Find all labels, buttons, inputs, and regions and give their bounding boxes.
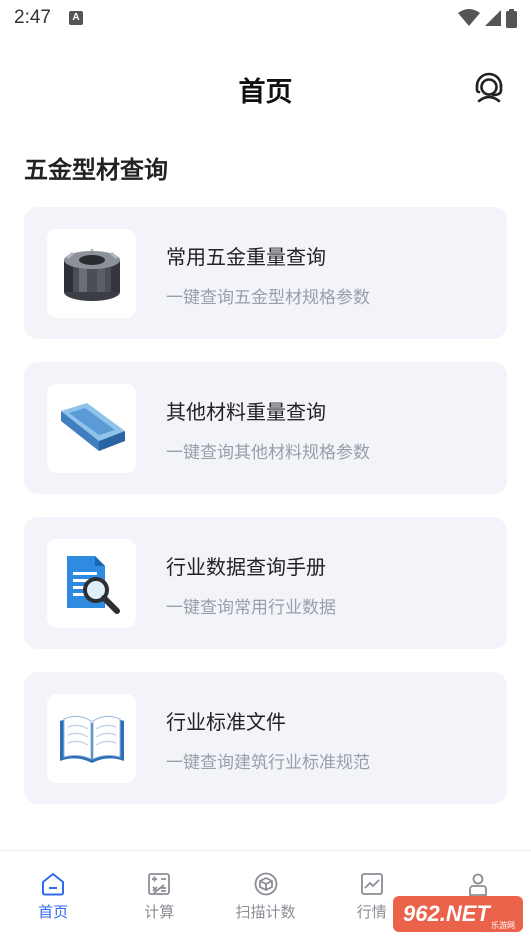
signal-icon: [485, 10, 501, 26]
open-book-icon: [59, 715, 124, 763]
tab-label: 首页: [38, 903, 69, 921]
battery-icon: [506, 8, 517, 28]
card-other-material-weight[interactable]: 其他材料重量查询 一键查询其他材料规格参数: [24, 362, 507, 494]
tab-label: 行情: [356, 903, 387, 921]
card-subtitle: 一键查询五金型材规格参数: [166, 288, 370, 308]
status-bar: 2:47 A: [0, 0, 531, 36]
watermark-logo: 962.NET 乐游网: [393, 896, 523, 932]
card-icon-container: [47, 229, 136, 318]
notification-a-icon: A: [68, 11, 83, 25]
page-title: 首页: [238, 77, 293, 108]
tab-scan-count[interactable]: 扫描计数: [212, 851, 318, 944]
app-header: 首页: [0, 60, 531, 116]
card-industry-data[interactable]: 行业数据查询手册 一键查询常用行业数据: [24, 517, 507, 649]
status-indicators: [458, 8, 517, 28]
channel-steel-icon: [60, 402, 125, 451]
status-time: 2:47: [14, 7, 51, 28]
wifi-icon: [458, 9, 480, 26]
section-title: 五金型材查询: [24, 156, 168, 184]
tab-calculate[interactable]: 计算: [106, 851, 212, 944]
document-search-icon: [66, 555, 120, 614]
trend-chart-icon: [360, 873, 383, 895]
card-icon-container: [47, 539, 136, 628]
tab-label: 计算: [144, 903, 175, 921]
hex-nut-icon: [63, 248, 120, 301]
svg-text:乐游网: 乐游网: [491, 920, 515, 930]
customer-service-icon[interactable]: [471, 68, 507, 104]
svg-text:962.NET: 962.NET: [403, 901, 491, 926]
card-hardware-weight[interactable]: 常用五金重量查询 一键查询五金型材规格参数: [24, 207, 507, 339]
card-icon-container: [47, 384, 136, 473]
card-title: 行业数据查询手册: [166, 555, 326, 579]
card-title: 其他材料重量查询: [166, 400, 326, 424]
card-subtitle: 一键查询建筑行业标准规范: [166, 753, 370, 773]
card-subtitle: 一键查询常用行业数据: [166, 598, 336, 618]
calculator-icon: [148, 873, 171, 895]
card-title: 行业标准文件: [166, 710, 286, 734]
scan-box-icon: [254, 872, 277, 896]
card-subtitle: 一键查询其他材料规格参数: [166, 443, 370, 463]
tab-home[interactable]: 首页: [0, 851, 106, 944]
card-industry-standards[interactable]: 行业标准文件 一键查询建筑行业标准规范: [24, 672, 507, 804]
card-icon-container: [47, 694, 136, 783]
tab-label: 扫描计数: [235, 903, 296, 921]
home-icon: [42, 873, 65, 896]
card-title: 常用五金重量查询: [166, 245, 326, 269]
